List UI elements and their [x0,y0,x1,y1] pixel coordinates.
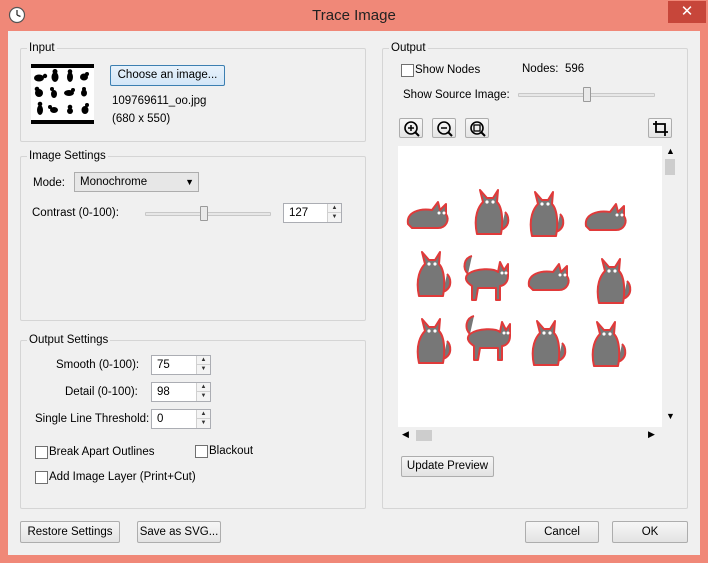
contrast-value: 127 [289,207,309,219]
chevron-down-icon: ▼ [185,177,194,187]
nodes-label: Nodes: [522,63,559,75]
zoom-fit-icon [470,121,486,137]
stepper-up-icon[interactable]: ▲ [197,356,210,365]
break-apart-label[interactable]: Break Apart Outlines [49,446,154,458]
show-nodes-label[interactable]: Show Nodes [415,64,480,76]
stepper-down-icon[interactable]: ▼ [197,365,210,374]
close-button[interactable]: ✕ [668,1,706,23]
output-group-title: Output [389,41,428,55]
blackout-checkbox[interactable] [195,445,208,458]
stepper-up-icon[interactable]: ▲ [328,204,341,213]
scroll-right-icon[interactable]: ▶ [648,429,655,440]
mode-select[interactable]: Monochrome ▼ [74,172,199,192]
scroll-left-icon[interactable]: ◀ [402,429,409,440]
nodes-count: 596 [565,63,585,75]
contrast-label: Contrast (0-100): [32,207,119,219]
stepper-up-icon[interactable]: ▲ [197,410,210,419]
stepper-down-icon[interactable]: ▼ [328,213,341,222]
zoom-out-icon [437,121,453,137]
smooth-stepper[interactable]: 75 ▲ ▼ [151,355,211,375]
choose-image-button[interactable]: Choose an image... [110,65,225,86]
scroll-down-icon[interactable]: ▼ [666,411,675,421]
title-bar[interactable]: Trace Image ✕ [0,0,708,31]
ok-button[interactable]: OK [612,521,688,543]
stepper-up-icon[interactable]: ▲ [197,383,210,392]
update-preview-button[interactable]: Update Preview [401,456,494,477]
input-thumbnail [31,64,94,124]
break-apart-checkbox[interactable] [35,446,48,459]
zoom-fit-button[interactable] [465,118,489,138]
output-settings-title: Output Settings [27,333,111,347]
image-settings-title: Image Settings [27,149,108,163]
mode-label: Mode: [33,177,65,189]
threshold-value: 0 [157,413,164,425]
add-image-layer-checkbox[interactable] [35,471,48,484]
close-icon: ✕ [680,3,694,20]
show-nodes-checkbox[interactable] [401,64,414,77]
zoom-in-icon [404,121,420,137]
smooth-value: 75 [157,359,170,371]
vertical-scroll-thumb[interactable] [665,159,675,175]
threshold-stepper[interactable]: 0 ▲ ▼ [151,409,211,429]
preview-horizontal-scrollbar[interactable]: ◀ ▶ [398,427,662,444]
traced-cats-preview [406,189,632,367]
zoom-out-button[interactable] [432,118,456,138]
save-svg-button[interactable]: Save as SVG... [137,521,221,543]
threshold-label: Single Line Threshold: [35,413,150,425]
input-group-title: Input [27,41,57,55]
trace-image-window: Trace Image ✕ Input Choose an image... 1… [0,0,708,563]
crop-button[interactable] [648,118,672,138]
input-dimensions: (680 x 550) [112,113,171,125]
dialog-body: Input Choose an image... 109769611_oo.jp… [8,31,700,555]
scroll-up-icon[interactable]: ▲ [666,146,675,156]
input-filename: 109769611_oo.jpg [112,95,207,107]
detail-stepper[interactable]: 98 ▲ ▼ [151,382,211,402]
show-source-label: Show Source Image: [403,89,510,101]
preview-vertical-scrollbar[interactable]: ▲ ▼ [662,146,679,427]
contrast-stepper[interactable]: 127 ▲ ▼ [283,203,342,223]
blackout-label[interactable]: Blackout [209,445,253,457]
restore-settings-button[interactable]: Restore Settings [20,521,120,543]
add-image-layer-label[interactable]: Add Image Layer (Print+Cut) [49,471,196,483]
cancel-button[interactable]: Cancel [525,521,599,543]
trace-preview-canvas[interactable] [398,146,671,427]
window-title: Trace Image [312,7,396,24]
horizontal-scroll-thumb[interactable] [416,430,432,441]
detail-value: 98 [157,386,170,398]
stepper-down-icon[interactable]: ▼ [197,419,210,428]
crop-icon [653,121,668,136]
source-opacity-thumb[interactable] [582,87,591,102]
mode-select-value: Monochrome [80,176,148,188]
contrast-slider-thumb[interactable] [200,206,209,221]
stepper-down-icon[interactable]: ▼ [197,392,210,401]
zoom-in-button[interactable] [399,118,423,138]
detail-label: Detail (0-100): [65,386,138,398]
smooth-label: Smooth (0-100): [56,359,140,371]
